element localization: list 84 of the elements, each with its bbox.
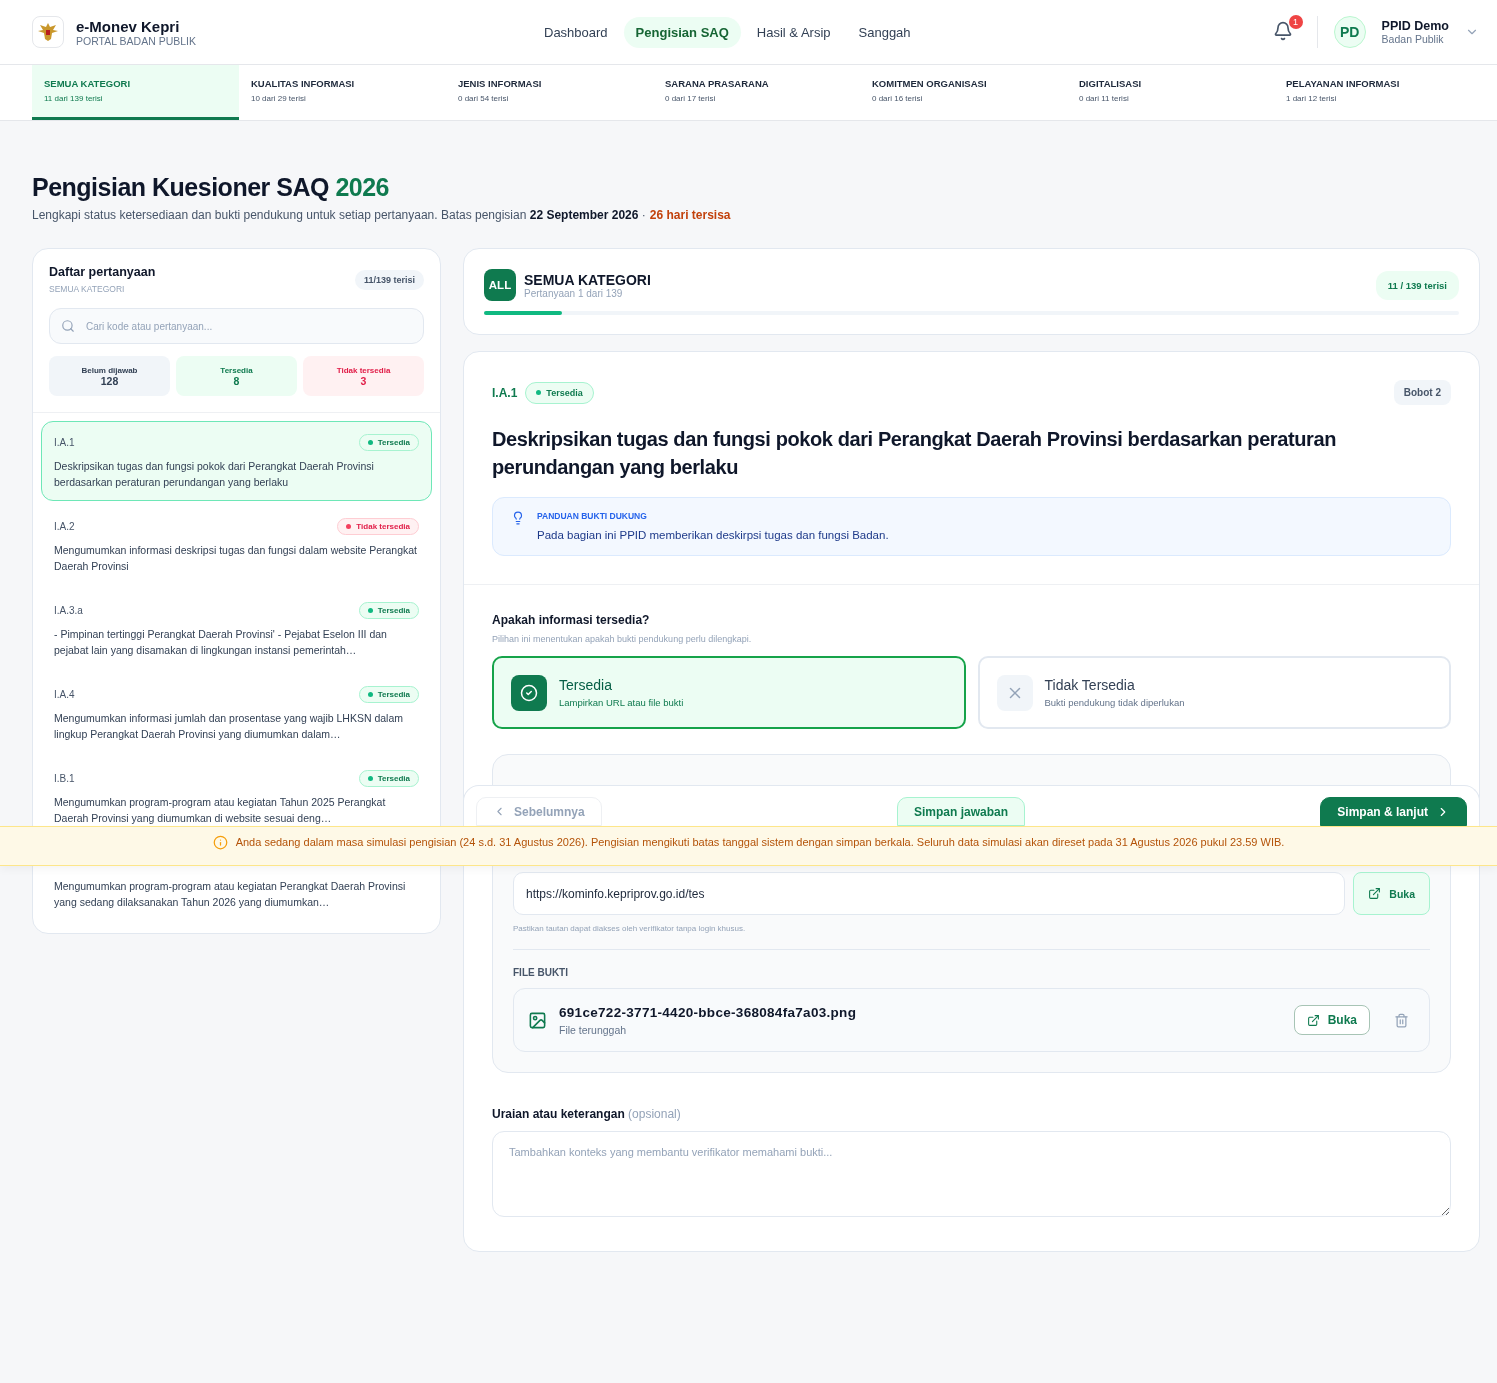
category-tab[interactable]: SARANA PRASARANA 0 dari 17 terisi — [653, 65, 860, 120]
question-text: Mengumumkan informasi jumlah dan prosentase yang wajib LHKSN dalam lingkup Perangkat Daerah Provinsi yang diumumkan dalam… — [54, 711, 404, 742]
question-code: I.A.2 — [54, 520, 75, 532]
file-name: 691ce722-3771-4420-bbce-368084fa7a03.png — [559, 1004, 858, 1020]
stat-value: 8 — [233, 374, 240, 387]
nav-link[interactable]: Hasil & Arsip — [744, 16, 843, 48]
question-text: Mengumumkan program-program atau kegiatan Perangkat Daerah Provinsi yang sedang dilaksanakan Tahun 2026 yang diumumkan… — [54, 879, 407, 910]
category-tab[interactable]: SEMUA KATEGORI 11 dari 139 terisi — [32, 65, 239, 120]
url-field[interactable]: https://kominfo.kepriprov.go.id/tes — [513, 872, 1346, 915]
delete-icon[interactable] — [1394, 1012, 1409, 1028]
category-tab[interactable]: DIGITALISASI 0 dari 11 terisi — [1067, 65, 1274, 120]
nav-link[interactable]: Pengisian SAQ — [623, 16, 741, 48]
category-title: SEMUA KATEGORI — [524, 271, 651, 288]
weight-tag: Bobot 2 — [1393, 380, 1451, 405]
file-label: FILE BUKTI — [513, 967, 569, 978]
file-status: File terunggah — [559, 1023, 628, 1036]
open-link-button[interactable]: Buka — [1353, 872, 1430, 915]
question-position: Pertanyaan 1 dari 139 — [524, 287, 624, 299]
status-tag: Tersedia — [525, 381, 594, 404]
url-hint: Pastikan tautan dapat diakses oleh verifikator tanpa login khusus. — [513, 924, 747, 933]
external-link-icon — [1368, 887, 1382, 900]
question-code: I.A.1 — [492, 385, 518, 400]
guide-text: Pada bagian ini PPID memberikan deskirpsi tugas dan fungsi Badan. — [537, 529, 889, 541]
question-code: I.B.1 — [54, 772, 75, 784]
question-code: I.A.1 — [54, 436, 75, 448]
brand-title: e-Monev Kepri — [76, 17, 181, 35]
nav-link[interactable]: Dashboard — [532, 16, 620, 48]
category-tab[interactable]: KUALITAS INFORMASI 10 dari 29 terisi — [239, 65, 446, 120]
stat-card[interactable]: Tersedia 8 — [176, 356, 297, 396]
guide-label: PANDUAN BUKTI DUKUNG — [537, 511, 648, 521]
status-tag: Tersedia — [358, 769, 419, 787]
stat-card[interactable]: Tidak tersedia 3 — [303, 356, 424, 396]
save-button[interactable]: Simpan jawaban — [897, 797, 1025, 826]
panel-subtitle: SEMUA KATEGORI — [49, 284, 126, 294]
question-text: Mengumumkan program-program atau kegiatan Tahun 2025 Perangkat Daerah Provinsi yang diumumkan di website sesuai deng… — [54, 795, 387, 826]
question-code: I.A.4 — [54, 688, 75, 700]
question-code: I.A.3.a — [54, 604, 83, 616]
availability-option[interactable]: Tidak Tersedia Bukti pendukung tidak diperlukan — [977, 656, 1451, 729]
save-next-button[interactable]: Simpan & lanjut — [1320, 797, 1467, 826]
external-link-icon — [1306, 1013, 1320, 1027]
deadline-remaining: 26 hari tersisa — [649, 208, 731, 222]
notes-label: Uraian atau keterangan (opsional) — [492, 1107, 682, 1121]
status-tag: Tersedia — [358, 433, 419, 451]
question-text: Deskripsikan tugas dan fungsi pokok dari Perangkat Daerah Provinsi berdasarkan peraturan perundangan yang berlaku — [54, 459, 375, 490]
panel-title: Daftar pertanyaan — [49, 265, 156, 279]
user-avatar[interactable]: PD — [1333, 16, 1366, 48]
filled-count: 11/139 terisi — [354, 269, 424, 290]
logo[interactable] — [32, 16, 64, 48]
category-tab[interactable]: JENIS INFORMASI 0 dari 54 terisi — [446, 65, 653, 120]
brand-subtitle: PORTAL BADAN PUBLIK — [76, 34, 196, 47]
stat-label: Tidak tersedia — [336, 365, 391, 375]
check-circle-icon — [520, 683, 538, 702]
search-field[interactable]: Cari kode atau pertanyaan... — [49, 308, 424, 344]
stat-card[interactable]: Belum dijawab 128 — [49, 356, 170, 396]
notification-badge: 1 — [1288, 15, 1303, 29]
category-badge: ALL — [484, 269, 516, 301]
status-tag: Tersedia — [358, 685, 419, 703]
user-name: PPID Demo — [1381, 19, 1449, 33]
stat-value: 128 — [100, 374, 119, 387]
image-file-icon — [528, 1010, 547, 1030]
lightbulb-icon — [511, 511, 525, 525]
notes-field[interactable]: Tambahkan konteks yang membantu verifikator memahami bukti... — [492, 1131, 1451, 1217]
question-text: - Pimpinan tertinggi Perangkat Daerah Provinsi' - Pejabat Eselon III dan pejabat lain yang disamakan di lingkungan instansi pemerintah… — [54, 627, 388, 658]
category-tab[interactable]: KOMITMEN ORGANISASI 0 dari 16 terisi — [860, 65, 1067, 120]
availability-hint: Pilihan ini menentukan apakah bukti pendukung perlu dilengkapi. — [492, 634, 753, 644]
info-icon — [212, 834, 228, 850]
nav-link[interactable]: Sanggah — [846, 16, 923, 48]
bell-icon[interactable] — [1272, 21, 1293, 41]
availability-option[interactable]: Tersedia Lampirkan URL atau file bukti — [492, 656, 966, 729]
filled-count: 11 / 139 terisi — [1375, 270, 1459, 300]
user-role: Badan Publik — [1381, 33, 1445, 45]
stat-label: Belum dijawab — [81, 365, 138, 375]
availability-question: Apakah informasi tersedia? — [492, 613, 651, 627]
open-file-button[interactable]: Buka — [1293, 1005, 1370, 1035]
question-title: Deskripsikan tugas dan fungsi pokok dari Perangkat Daerah Provinsi berdasarkan peraturan perundangan yang berlaku — [492, 427, 1337, 480]
stat-value: 3 — [360, 374, 367, 387]
page-subtitle: Lengkapi status ketersediaan dan bukti pendukung untuk setiap pertanyaan. Batas pengisian 22 September 2026 · — [32, 208, 646, 222]
status-tag: Tersedia — [358, 601, 419, 619]
question-text: Mengumumkan informasi deskripsi tugas dan fungsi dalam website Perangkat Daerah Provinsi — [54, 543, 419, 574]
category-tab[interactable]: PELAYANAN INFORMASI 1 dari 12 terisi — [1274, 65, 1481, 120]
status-tag: Tidak tersedia — [337, 517, 419, 535]
page-title: Pengisian Kuesioner SAQ 2026 — [32, 173, 390, 202]
question-item[interactable]: I.A.1 Tersedia Deskripsikan tugas dan fungsi pokok dari Perangkat Daerah Provinsi berdasarkan peraturan perundangan yang berlaku — [41, 421, 432, 501]
stat-label: Tersedia — [220, 365, 253, 375]
